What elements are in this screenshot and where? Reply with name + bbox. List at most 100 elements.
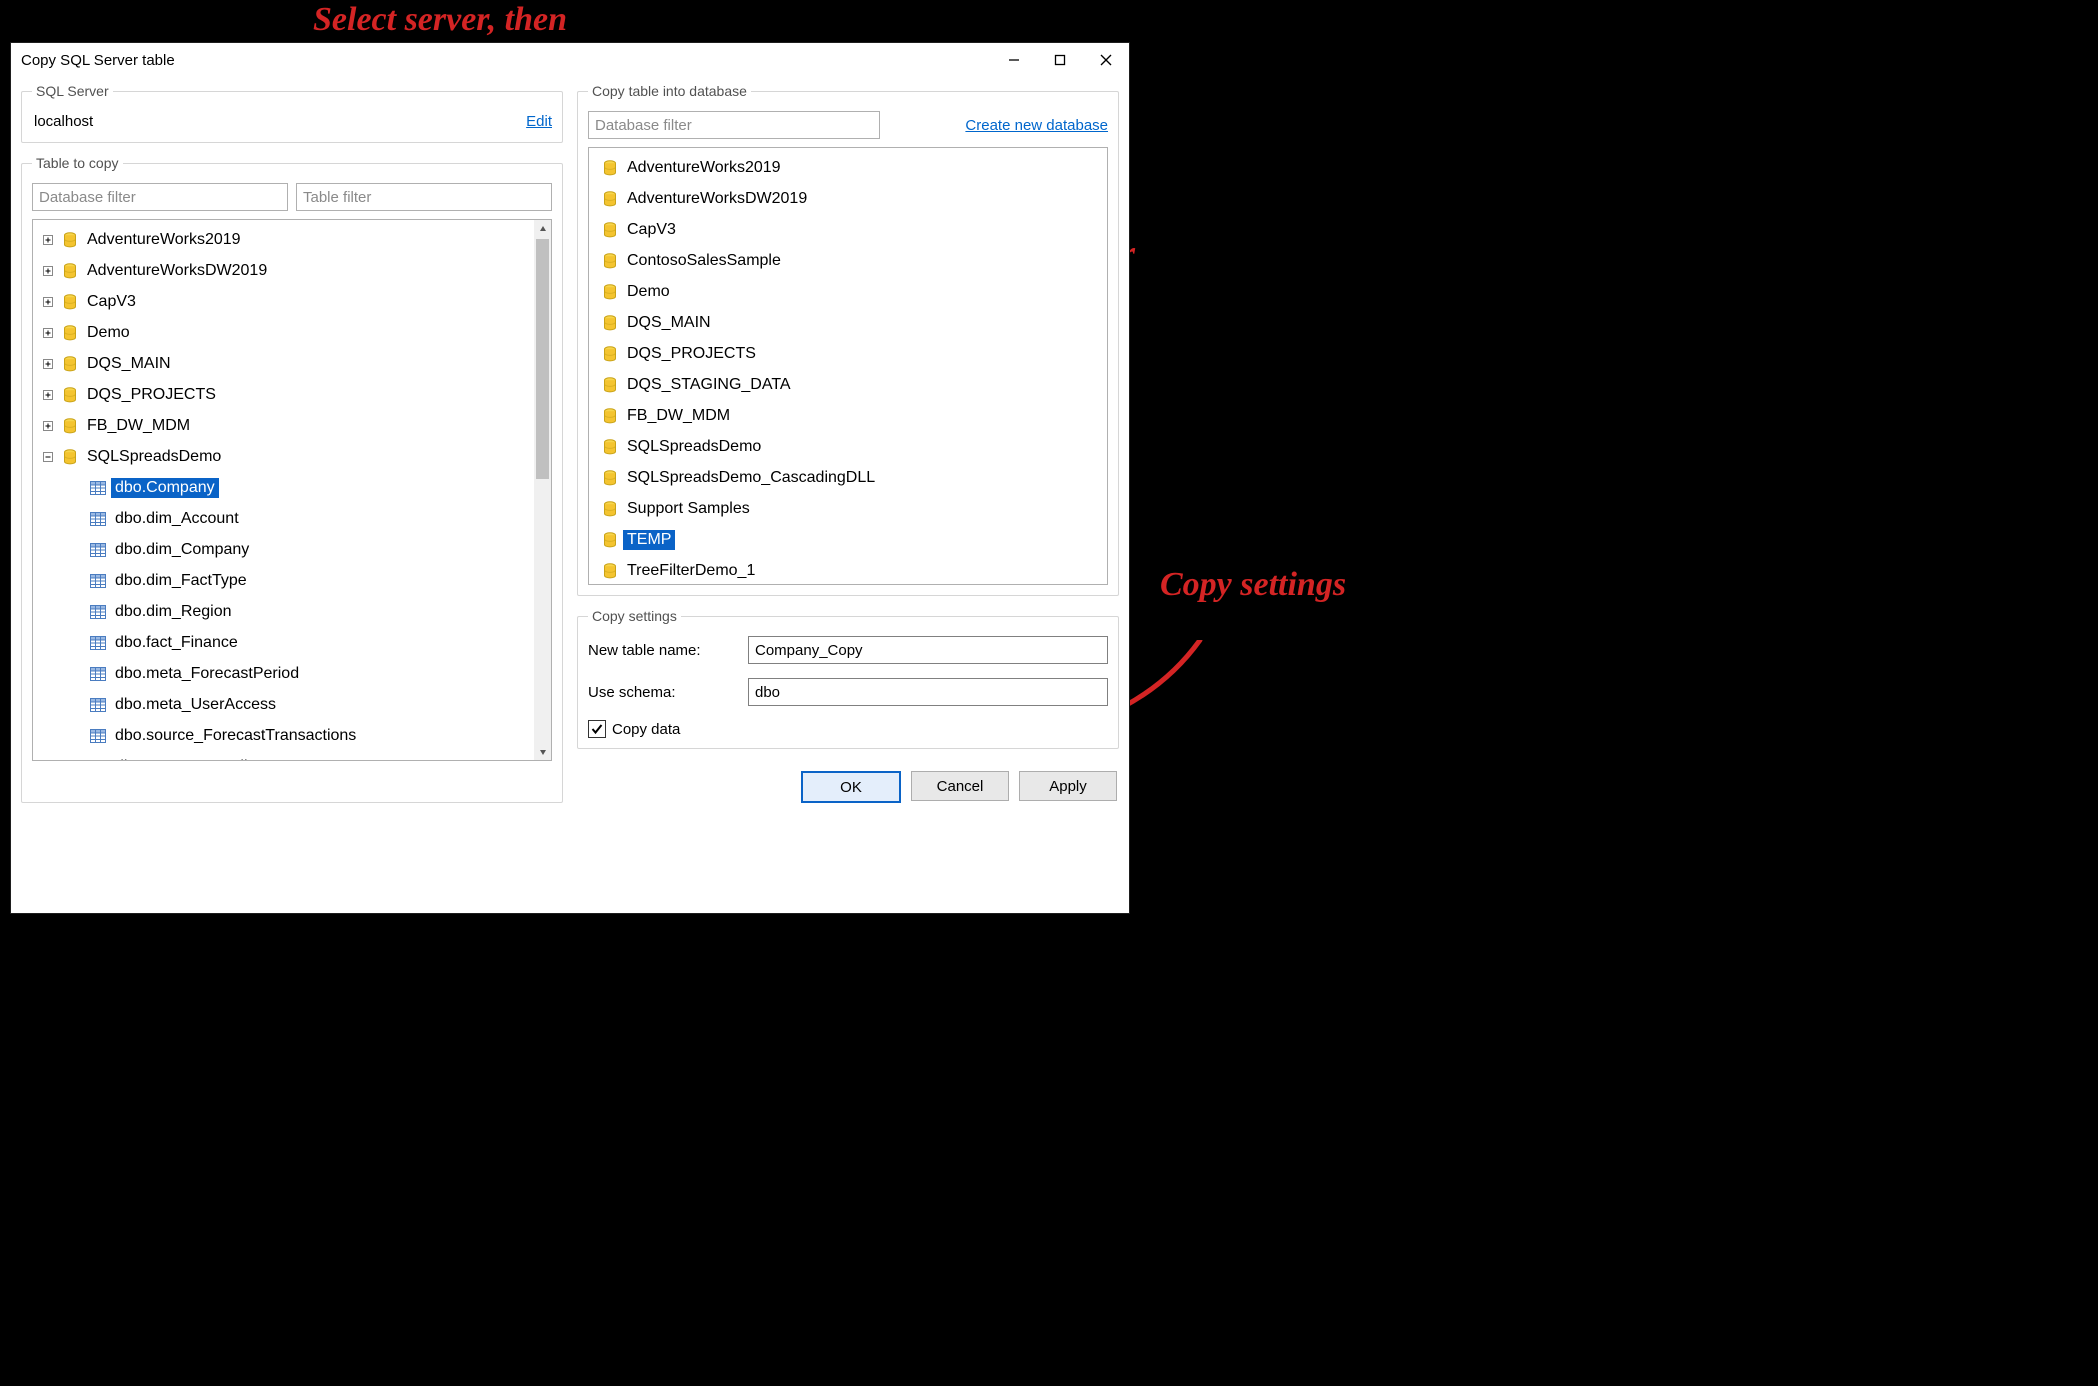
expand-icon[interactable]	[41, 264, 55, 278]
new-table-name-input[interactable]	[748, 636, 1108, 664]
dest-db-node[interactable]: TEMP	[591, 524, 1105, 555]
scroll-down-button[interactable]	[534, 743, 551, 760]
table-label: dbo.dim_Company	[111, 540, 253, 560]
db-label: DQS_PROJECTS	[83, 385, 220, 405]
cancel-button[interactable]: Cancel	[911, 771, 1009, 801]
db-label: TreeFilterDemo_1	[623, 561, 759, 581]
db-label: FB_DW_MDM	[623, 406, 734, 426]
source-database-filter-input[interactable]	[32, 183, 288, 211]
db-label: Support Samples	[623, 499, 754, 519]
use-schema-input[interactable]	[748, 678, 1108, 706]
expand-icon[interactable]	[41, 326, 55, 340]
dest-db-node[interactable]: FB_DW_MDM	[591, 400, 1105, 431]
source-db-node[interactable]: SQLSpreadsDemo	[35, 441, 532, 472]
table-label: dbo.source_Reseller	[111, 757, 266, 761]
table-label: dbo.dim_Account	[111, 509, 243, 529]
server-name: localhost	[34, 113, 93, 130]
database-icon	[601, 562, 619, 580]
database-icon	[61, 355, 79, 373]
source-db-node[interactable]: AdventureWorks2019	[35, 224, 532, 255]
scroll-thumb[interactable]	[536, 239, 549, 479]
maximize-button[interactable]	[1037, 44, 1083, 76]
database-icon	[601, 283, 619, 301]
db-label: ContosoSalesSample	[623, 251, 785, 271]
dest-db-node[interactable]: CapV3	[591, 214, 1105, 245]
db-label: CapV3	[83, 292, 140, 312]
expand-icon[interactable]	[41, 295, 55, 309]
expand-icon[interactable]	[41, 388, 55, 402]
source-db-node[interactable]: CapV3	[35, 286, 532, 317]
collapse-icon[interactable]	[41, 450, 55, 464]
source-db-node[interactable]: AdventureWorksDW2019	[35, 255, 532, 286]
dest-db-node[interactable]: TreeFilterDemo_1	[591, 555, 1105, 585]
copy-settings-legend: Copy settings	[588, 608, 681, 624]
title-bar[interactable]: Copy SQL Server table	[11, 43, 1129, 77]
dest-db-node[interactable]: Demo	[591, 276, 1105, 307]
db-label: AdventureWorksDW2019	[83, 261, 271, 281]
apply-button[interactable]: Apply	[1019, 771, 1117, 801]
dest-db-node[interactable]: SQLSpreadsDemo_CascadingDLL	[591, 462, 1105, 493]
table-label: dbo.dim_Region	[111, 602, 236, 622]
source-table-node[interactable]: dbo.fact_Finance	[35, 627, 532, 658]
db-label: CapV3	[623, 220, 680, 240]
database-icon	[601, 376, 619, 394]
source-table-node[interactable]: dbo.source_ForecastTransactions	[35, 720, 532, 751]
db-label: Demo	[83, 323, 134, 343]
source-db-node[interactable]: FB_DW_MDM	[35, 410, 532, 441]
close-button[interactable]	[1083, 44, 1129, 76]
database-icon	[61, 324, 79, 342]
table-label: dbo.meta_ForecastPeriod	[111, 664, 303, 684]
dest-db-node[interactable]: SQLSpreadsDemo	[591, 431, 1105, 462]
new-table-name-label: New table name:	[588, 642, 748, 659]
source-table-node[interactable]: dbo.Company	[35, 472, 532, 503]
db-label: DQS_MAIN	[623, 313, 715, 333]
window-title: Copy SQL Server table	[21, 52, 175, 69]
dest-db-node[interactable]: DQS_STAGING_DATA	[591, 369, 1105, 400]
source-db-node[interactable]: Demo	[35, 317, 532, 348]
source-table-node[interactable]: dbo.dim_Account	[35, 503, 532, 534]
ok-button[interactable]: OK	[801, 771, 901, 803]
table-icon	[89, 572, 107, 590]
db-label: Demo	[623, 282, 674, 302]
table-icon	[89, 541, 107, 559]
dest-db-node[interactable]: DQS_MAIN	[591, 307, 1105, 338]
expand-icon[interactable]	[41, 357, 55, 371]
edit-server-link[interactable]: Edit	[526, 113, 552, 130]
source-table-node[interactable]: dbo.dim_Region	[35, 596, 532, 627]
source-table-node[interactable]: dbo.meta_ForecastPeriod	[35, 658, 532, 689]
source-db-node[interactable]: DQS_MAIN	[35, 348, 532, 379]
dest-db-node[interactable]: Support Samples	[591, 493, 1105, 524]
database-icon	[61, 293, 79, 311]
copy-data-label: Copy data	[612, 721, 680, 738]
database-icon	[601, 407, 619, 425]
minimize-button[interactable]	[991, 44, 1037, 76]
use-schema-label: Use schema:	[588, 684, 748, 701]
db-label: AdventureWorks2019	[83, 230, 245, 250]
copy-data-checkbox[interactable]: Copy data	[588, 720, 1108, 738]
create-database-link[interactable]: Create new database	[965, 117, 1108, 134]
source-table-node[interactable]: dbo.dim_FactType	[35, 565, 532, 596]
scrollbar[interactable]	[534, 220, 551, 760]
db-label: DQS_STAGING_DATA	[623, 375, 795, 395]
dest-db-node[interactable]: AdventureWorks2019	[591, 152, 1105, 183]
dest-db-node[interactable]: DQS_PROJECTS	[591, 338, 1105, 369]
expand-icon[interactable]	[41, 233, 55, 247]
db-label: SQLSpreadsDemo	[83, 447, 225, 467]
database-icon	[601, 159, 619, 177]
database-icon	[601, 500, 619, 518]
table-icon	[89, 603, 107, 621]
dest-database-filter-input[interactable]	[588, 111, 880, 139]
scroll-up-button[interactable]	[534, 220, 551, 237]
dest-db-node[interactable]: AdventureWorksDW2019	[591, 183, 1105, 214]
source-table-filter-input[interactable]	[296, 183, 552, 211]
sql-server-legend: SQL Server	[32, 83, 113, 99]
source-table-node[interactable]: dbo.dim_Company	[35, 534, 532, 565]
database-icon	[601, 252, 619, 270]
dest-db-node[interactable]: ContosoSalesSample	[591, 245, 1105, 276]
source-table-node[interactable]: dbo.source_Reseller	[35, 751, 532, 760]
source-table-node[interactable]: dbo.meta_UserAccess	[35, 689, 532, 720]
checkbox-icon	[588, 720, 606, 738]
expand-icon[interactable]	[41, 419, 55, 433]
source-db-node[interactable]: DQS_PROJECTS	[35, 379, 532, 410]
database-icon	[601, 469, 619, 487]
